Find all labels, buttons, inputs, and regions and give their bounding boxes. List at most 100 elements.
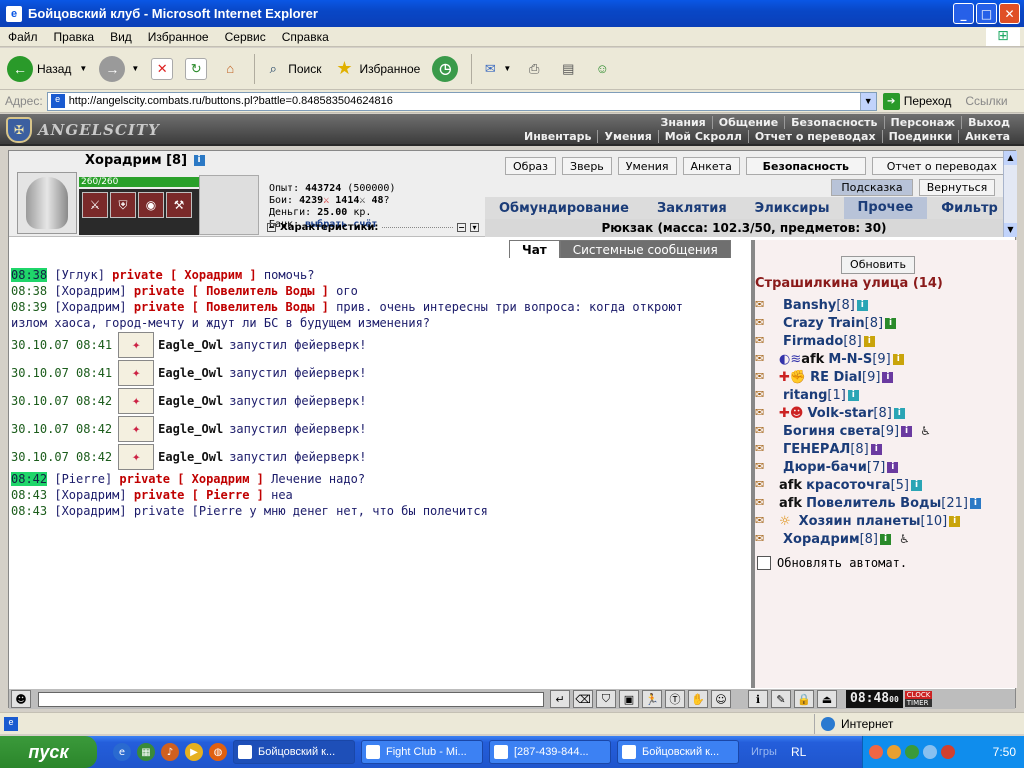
weapon-slots-panel[interactable] bbox=[199, 175, 259, 235]
info-icon[interactable]: i bbox=[901, 425, 913, 437]
tab-elixirs[interactable]: Эликсиры bbox=[741, 201, 844, 216]
nav-my-scroll[interactable]: Мой Скролл bbox=[659, 129, 749, 143]
network-icon[interactable] bbox=[905, 745, 919, 759]
task-fight-club-3[interactable]: Бойцовский к... bbox=[617, 740, 739, 764]
image-button[interactable]: Образ bbox=[505, 157, 557, 175]
go-button[interactable]: ➔ Переход bbox=[882, 92, 951, 110]
tab-chat[interactable]: Чат bbox=[509, 240, 560, 258]
nav-profile[interactable]: Анкета bbox=[959, 130, 1016, 143]
scroll-track[interactable] bbox=[1004, 165, 1017, 223]
scroll-down-icon[interactable]: ▼ bbox=[1004, 223, 1017, 237]
nav-knowledge[interactable]: Знания bbox=[655, 115, 713, 129]
exit-icon[interactable]: ⏏ bbox=[817, 690, 837, 708]
private-message-icon[interactable]: ✉ bbox=[755, 496, 775, 510]
auto-refresh-option[interactable]: Обновлять автомат. bbox=[757, 556, 907, 570]
nav-duels[interactable]: Поединки bbox=[883, 129, 960, 143]
characteristics-toggle[interactable]: − Характеристики: − ▾ bbox=[267, 221, 479, 233]
info-icon[interactable]: i bbox=[193, 155, 205, 166]
edit-button[interactable]: ▤ bbox=[554, 52, 582, 86]
tab-spells[interactable]: Заклятия bbox=[643, 201, 741, 216]
private-message-icon[interactable]: ✉ bbox=[755, 352, 775, 366]
refresh-users-button[interactable]: Обновить bbox=[841, 256, 915, 274]
weapon-slot-icon[interactable]: ⚔ bbox=[82, 192, 108, 218]
private-message-icon[interactable]: ✉ bbox=[755, 370, 775, 384]
private-tag[interactable]: private [ Повелитель Воды ] bbox=[134, 284, 329, 298]
info-icon[interactable]: i bbox=[885, 317, 897, 329]
save-icon[interactable]: ▣ bbox=[619, 690, 639, 708]
smiley-icon[interactable]: ☺ bbox=[711, 690, 731, 708]
menu-file[interactable]: Файл bbox=[0, 30, 46, 44]
player-quick-icon[interactable]: ▶ bbox=[185, 743, 203, 761]
user-name[interactable]: красоточга bbox=[806, 478, 891, 493]
transfer-report-button[interactable]: Отчет о переводах bbox=[871, 157, 1012, 175]
lock-icon[interactable]: 🔒 bbox=[794, 690, 814, 708]
private-message-icon[interactable]: ✉ bbox=[755, 532, 775, 546]
timer-label[interactable]: TIMER bbox=[904, 699, 933, 707]
menu-help[interactable]: Справка bbox=[274, 30, 337, 44]
user-name[interactable]: Дюри-бачи bbox=[783, 460, 867, 475]
nav-security[interactable]: Безопасность bbox=[785, 115, 885, 129]
messenger-button[interactable]: ☺ bbox=[588, 52, 616, 86]
task-chat[interactable]: [287-439-844... bbox=[489, 740, 611, 764]
info-icon[interactable]: i bbox=[969, 497, 981, 509]
info-icon[interactable]: i bbox=[856, 299, 868, 311]
panel-scrollbar[interactable]: ▲ ▼ bbox=[1003, 151, 1017, 237]
translit-icon[interactable]: Ⓣ bbox=[665, 690, 685, 708]
user-name[interactable]: Crazy Train bbox=[783, 316, 865, 331]
fight-icon[interactable]: 🏃 bbox=[642, 690, 662, 708]
history-button[interactable]: ◷ bbox=[429, 52, 461, 86]
media-quick-icon[interactable]: ♪ bbox=[161, 743, 179, 761]
user-name[interactable]: ritang bbox=[783, 388, 827, 403]
private-message-icon[interactable]: ✉ bbox=[755, 514, 775, 528]
links-button[interactable]: Ссылки bbox=[965, 94, 1007, 108]
address-input[interactable]: e http://angelscity.combats.ru/buttons.p… bbox=[46, 91, 877, 111]
chat-nick[interactable]: Eagle_Owl bbox=[158, 394, 223, 408]
shield-tray-icon[interactable] bbox=[887, 745, 901, 759]
chat-nick[interactable]: Eagle_Owl bbox=[158, 338, 223, 352]
nav-communication[interactable]: Общение bbox=[713, 115, 786, 129]
update-icon[interactable] bbox=[941, 745, 955, 759]
chevron-down-icon[interactable]: ▼ bbox=[859, 92, 876, 110]
silence-icon[interactable]: ✋ bbox=[688, 690, 708, 708]
chat-time[interactable]: 08:43 bbox=[11, 504, 47, 518]
task-fight-club-1[interactable]: Бойцовский к... bbox=[233, 740, 355, 764]
chat-nick[interactable]: Хорадрим bbox=[62, 504, 120, 518]
info-icon[interactable]: i bbox=[847, 389, 859, 401]
private-message-icon[interactable]: ✉ bbox=[755, 298, 775, 312]
print-button[interactable]: ⎙ bbox=[520, 52, 548, 86]
menu-view[interactable]: Вид bbox=[102, 30, 140, 44]
tab-equipment[interactable]: Обмундирование bbox=[485, 201, 643, 216]
nav-exit[interactable]: Выход bbox=[962, 116, 1016, 129]
ring-slot-icon[interactable]: ◉ bbox=[138, 192, 164, 218]
chat-nick[interactable]: Eagle_Owl bbox=[158, 450, 223, 464]
send-icon[interactable]: ↵ bbox=[550, 690, 570, 708]
security-button[interactable]: Безопасность bbox=[745, 157, 866, 175]
chat-time[interactable]: 08:42 bbox=[76, 394, 112, 408]
maximize-button[interactable]: □ bbox=[976, 3, 997, 24]
nav-skills[interactable]: Умения bbox=[598, 129, 659, 143]
info-icon[interactable]: i bbox=[870, 443, 882, 455]
info-icon[interactable]: i bbox=[882, 371, 894, 383]
character-name[interactable]: Хорадрим [8] i bbox=[85, 153, 205, 168]
clock-label[interactable]: CLOCK bbox=[904, 691, 933, 699]
search-button[interactable]: ⌕ Поиск bbox=[259, 52, 324, 86]
antivirus-icon[interactable] bbox=[869, 745, 883, 759]
user-name[interactable]: Хорадрим bbox=[783, 532, 860, 547]
quests-icon[interactable]: ✎ bbox=[771, 690, 791, 708]
user-name[interactable]: Повелитель Воды bbox=[806, 496, 941, 511]
mail-button[interactable]: ✉ ▼ bbox=[476, 52, 514, 86]
menu-tools[interactable]: Сервис bbox=[217, 30, 274, 44]
close-button[interactable]: ✕ bbox=[999, 3, 1020, 24]
skills-button[interactable]: Умения bbox=[617, 157, 677, 175]
scroll-up-icon[interactable]: ▲ bbox=[1004, 151, 1017, 165]
chat-time[interactable]: 08:39 bbox=[11, 300, 47, 314]
chat-time[interactable]: 08:41 bbox=[76, 366, 112, 380]
start-button[interactable]: пуск bbox=[0, 736, 97, 768]
chat-nick[interactable]: Хорадрим bbox=[62, 300, 120, 314]
nav-inventory[interactable]: Инвентарь bbox=[518, 129, 599, 143]
user-name[interactable]: ГЕНЕРАЛ bbox=[783, 442, 850, 457]
chat-nick[interactable]: Eagle_Owl bbox=[158, 366, 223, 380]
tray-clock[interactable]: 7:50 bbox=[993, 745, 1016, 759]
language-indicator[interactable]: RL bbox=[791, 745, 806, 759]
private-tag[interactable]: private [ Хорадрим ] bbox=[119, 472, 264, 486]
